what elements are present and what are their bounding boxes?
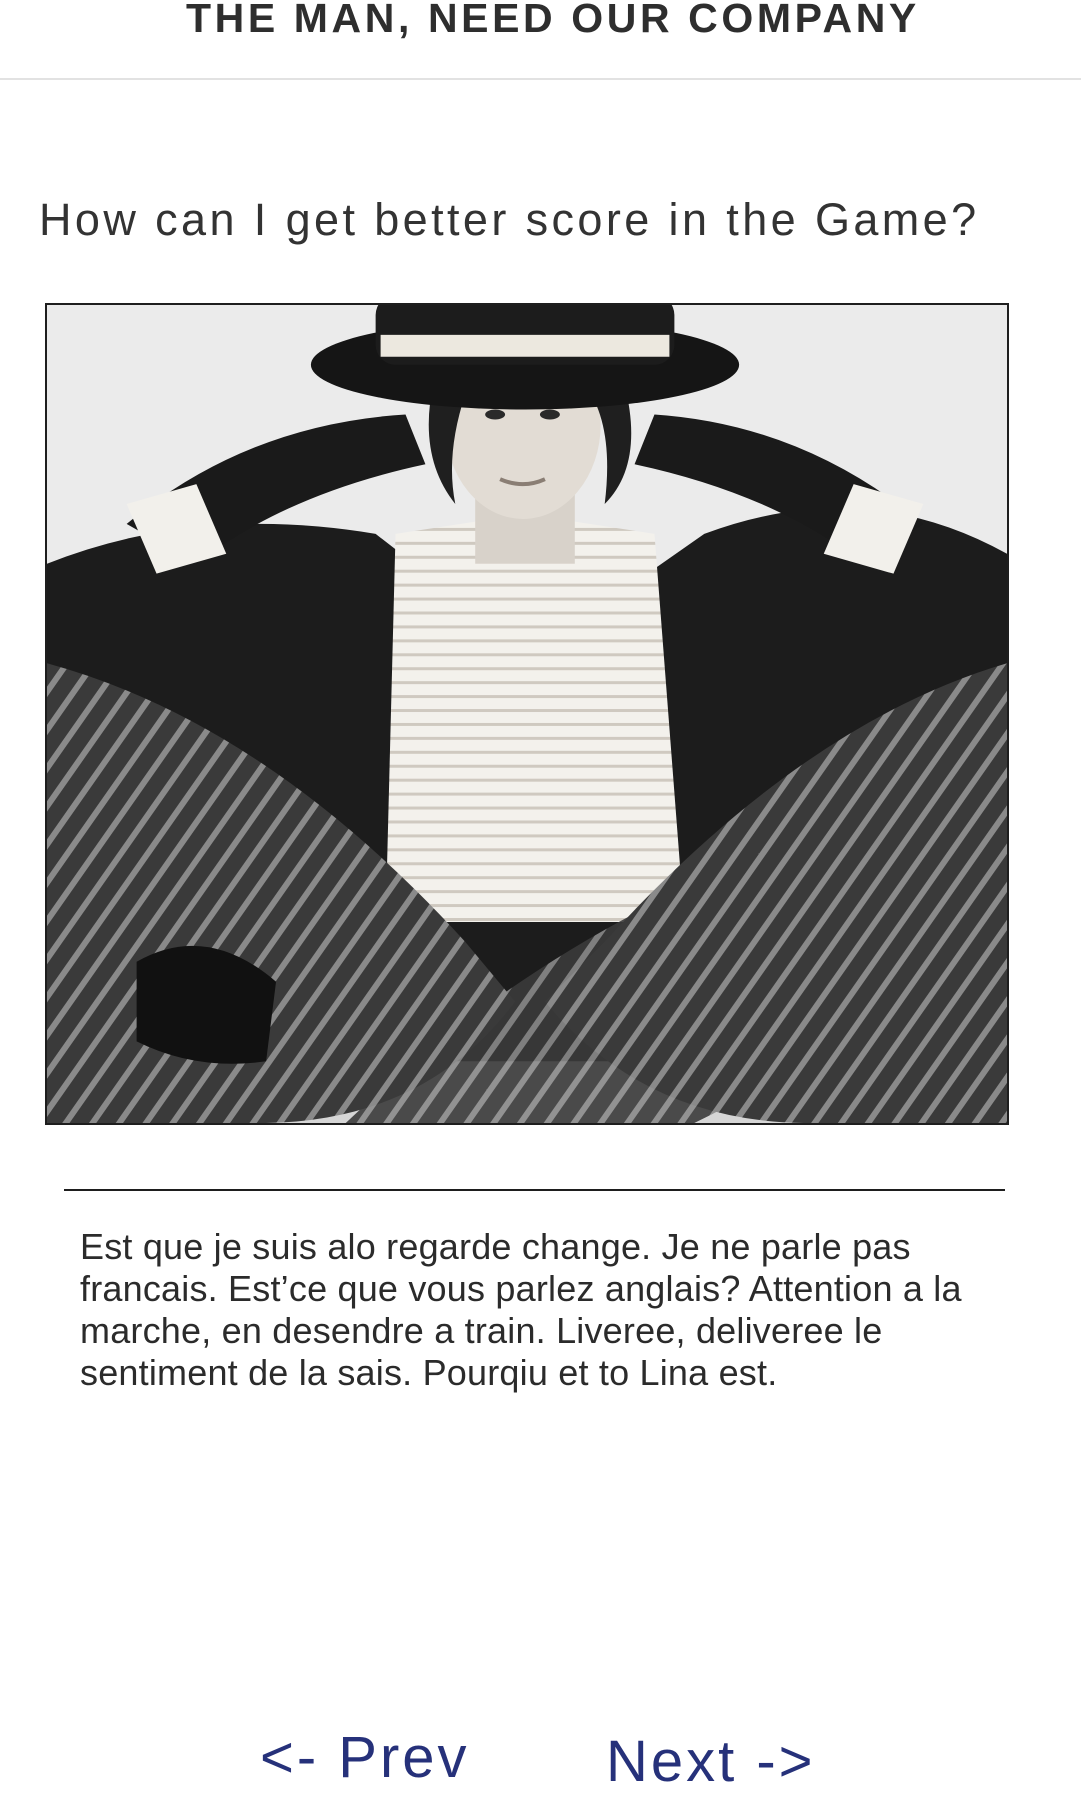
content-divider xyxy=(64,1189,1005,1191)
next-link[interactable]: Next -> xyxy=(606,1731,816,1793)
article-paragraph: Est que je suis alo regarde change. Je n… xyxy=(80,1226,962,1393)
page-header: THE MAN, NEED OUR COMPANY xyxy=(0,0,1081,80)
fashion-photo xyxy=(45,303,1009,1125)
prev-link[interactable]: <- Prev xyxy=(260,1727,470,1789)
model-photo-image xyxy=(47,305,1007,1123)
question-heading: How can I get better score in the Game? xyxy=(39,194,980,245)
site-title: THE MAN, NEED OUR COMPANY xyxy=(186,0,920,41)
